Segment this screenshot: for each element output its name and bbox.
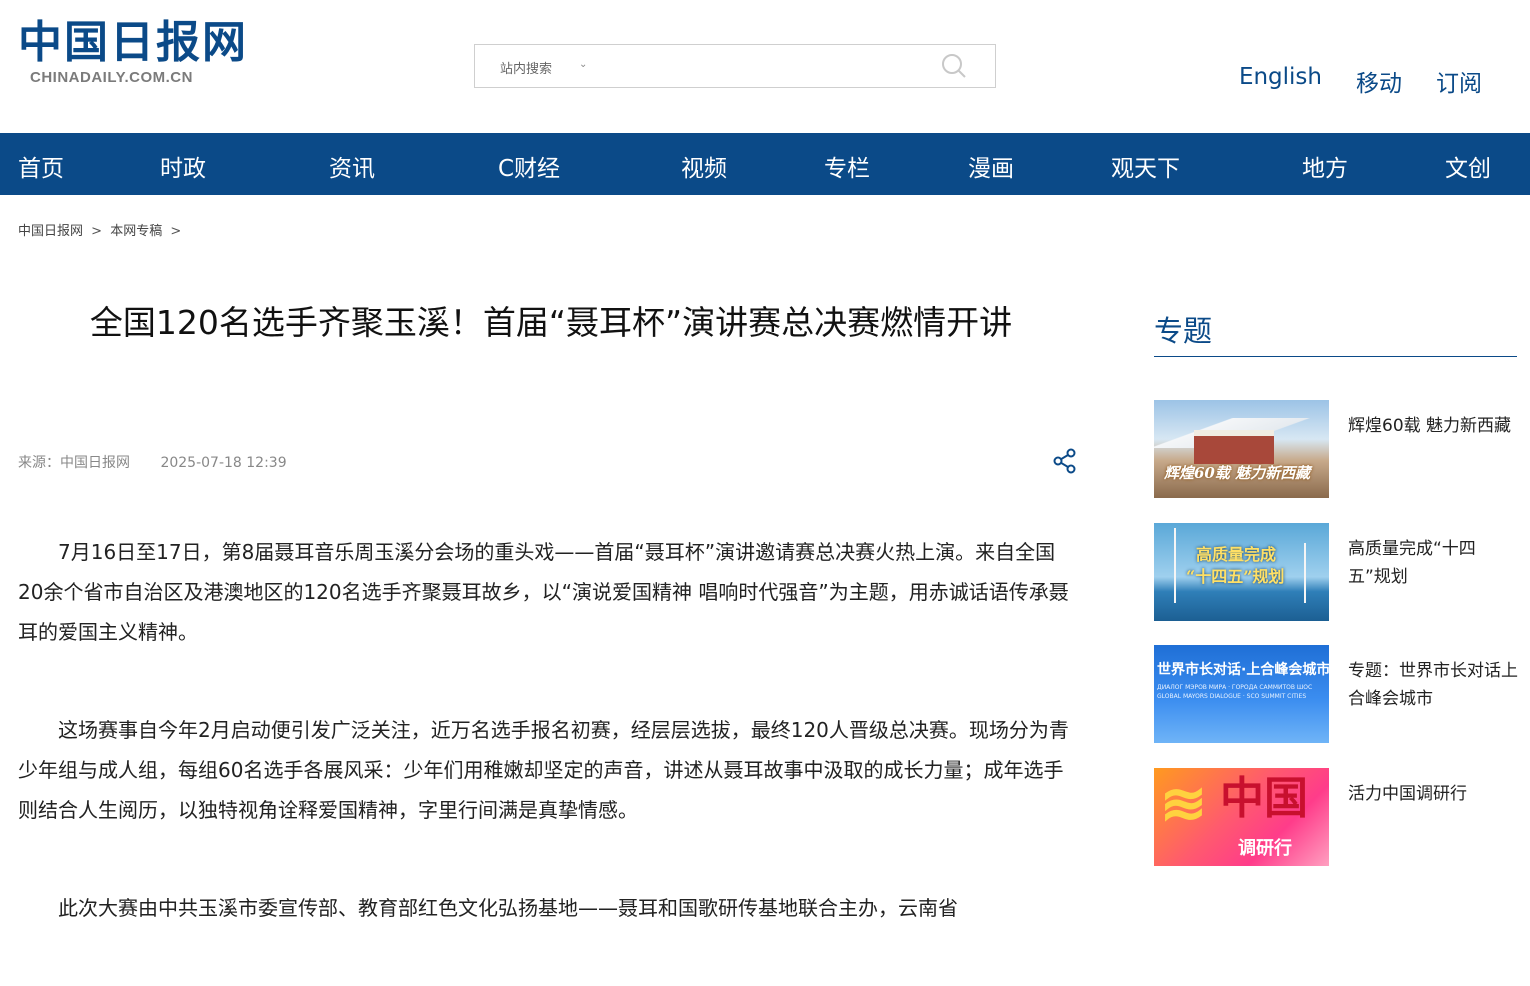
breadcrumb-section[interactable]: 本网专稿 (110, 224, 162, 239)
five-year-plan-caption: 高质量完成 (1196, 545, 1277, 564)
mayors-dialogue-caption: 世界市长对话·上合峰会城市 (1157, 662, 1329, 678)
nav-item-creative[interactable]: 文创 (1445, 149, 1491, 183)
search-input[interactable] (605, 53, 929, 81)
logo-chinese: 中国日报网 (18, 17, 248, 68)
sidebar-item-vibrant-china[interactable]: ≋ 中国 调研行 活力中国调研行 (1154, 768, 1517, 866)
article-title: 全国120名选手齐聚玉溪！首届“聂耳杯”演讲赛总决赛燃情开讲 (89, 303, 1013, 342)
site-logo[interactable]: 中国日报网 CHINADAILY.COM.CN (18, 17, 248, 98)
mayors-dialogue-thumbnail[interactable]: 世界市长对话·上合峰会城市 ДИАЛОГ МЭРОВ МИРА · ГОРОДА… (1154, 645, 1329, 743)
palace-shape (1194, 430, 1274, 464)
english-link[interactable]: English (1239, 64, 1322, 98)
article-paragraph: 此次大赛由中共玉溪市委宣传部、教育部红色文化弘扬基地——聂耳和国歌研传基地联合主… (58, 896, 958, 920)
nav-item-home[interactable]: 首页 (18, 149, 64, 183)
article-paragraph: 这场赛事自今年2月启动便引发广泛关注，近万名选手报名初赛，经层层选拔，最终120… (18, 718, 1069, 822)
search-icon[interactable] (941, 53, 967, 79)
sidebar-title: 专题 (1154, 314, 1213, 348)
nav-item-politics[interactable]: 时政 (160, 149, 206, 183)
sidebar-item-mayors-dialogue[interactable]: 世界市长对话·上合峰会城市 ДИАЛОГ МЭРОВ МИРА · ГОРОДА… (1154, 645, 1518, 743)
sidebar-item-label[interactable]: 专题：世界市长对话上合峰会城市 (1348, 657, 1518, 713)
sidebar-divider (1154, 356, 1517, 357)
breadcrumb-home[interactable]: 中国日报网 (18, 224, 83, 239)
search-box: 站内搜索 ⌄ (474, 44, 996, 88)
top-links: English 移动 订阅 (1239, 64, 1482, 98)
vibrant-glyph-shape: ≋ (1160, 771, 1207, 837)
main-nav: 首页 时政 资讯 C财经 视频 专栏 漫画 观天下 地方 文创 (0, 133, 1530, 195)
nav-item-finance[interactable]: C财经 (498, 149, 560, 183)
article-paragraph: 7月16日至17日，第8届聂耳音乐周玉溪分会场的重头戏——首届“聂耳杯”演讲邀请… (18, 540, 1069, 644)
nav-item-regional[interactable]: 地方 (1302, 149, 1348, 183)
sidebar-item-five-year-plan[interactable]: 高质量完成 “十四五”规划 高质量完成“十四五”规划 (1154, 523, 1517, 621)
breadcrumb: 中国日报网 > 本网专稿 > (18, 220, 185, 239)
nav-item-world[interactable]: 观天下 (1111, 149, 1180, 183)
nav-item-video[interactable]: 视频 (681, 149, 727, 183)
nav-item-columns[interactable]: 专栏 (824, 149, 870, 183)
sidebar-item-label[interactable]: 辉煌60载 魅力新西藏 (1348, 412, 1518, 440)
chevron-down-icon[interactable]: ⌄ (579, 59, 587, 70)
breadcrumb-separator: > (91, 224, 103, 239)
site-header: 中国日报网 CHINADAILY.COM.CN 站内搜索 ⌄ English 移… (0, 0, 1530, 133)
subscribe-link[interactable]: 订阅 (1436, 64, 1482, 98)
nav-item-cartoons[interactable]: 漫画 (968, 149, 1014, 183)
sidebar-item-label[interactable]: 高质量完成“十四五”规划 (1348, 535, 1518, 591)
mobile-link[interactable]: 移动 (1356, 64, 1402, 98)
article-date: 2025-07-18 12:39 (160, 455, 287, 471)
article-source: 来源：中国日报网 (18, 455, 130, 471)
vibrant-china-caption: 调研行 (1238, 838, 1292, 859)
sidebar-item-label[interactable]: 活力中国调研行 (1348, 780, 1518, 808)
share-icon[interactable] (1050, 446, 1080, 476)
turbine-shape (1304, 543, 1306, 603)
search-scope-dropdown[interactable]: 站内搜索 (500, 58, 552, 77)
vibrant-china-caption: 中国 (1220, 773, 1308, 824)
turbine-shape (1174, 528, 1176, 603)
nav-item-news[interactable]: 资讯 (329, 149, 375, 183)
tibet-thumb-caption: 辉煌60载 魅力新西藏 (1164, 464, 1311, 482)
logo-english: CHINADAILY.COM.CN (30, 69, 193, 86)
vibrant-china-thumbnail[interactable]: ≋ 中国 调研行 (1154, 768, 1329, 866)
article-meta: 来源：中国日报网 2025-07-18 12:39 (18, 452, 287, 472)
breadcrumb-separator: > (170, 224, 182, 239)
tibet-thumbnail[interactable]: 辉煌60载 魅力新西藏 (1154, 400, 1329, 498)
sidebar-item-tibet[interactable]: 辉煌60载 魅力新西藏 辉煌60载 魅力新西藏 (1154, 400, 1517, 498)
article-body: 7月16日至17日，第8届聂耳音乐周玉溪分会场的重头戏——首届“聂耳杯”演讲邀请… (18, 532, 1080, 986)
mayors-dialogue-subcaption: ДИАЛОГ МЭРОВ МИРА · ГОРОДА САММИТОВ ШОС … (1157, 684, 1313, 700)
five-year-plan-caption: “十四五”规划 (1186, 567, 1285, 586)
five-year-plan-thumbnail[interactable]: 高质量完成 “十四五”规划 (1154, 523, 1329, 621)
